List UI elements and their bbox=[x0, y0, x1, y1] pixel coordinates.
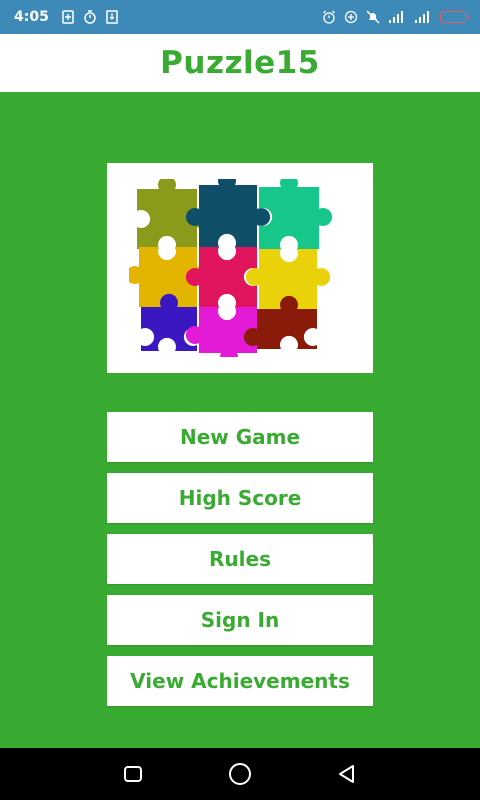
high-score-button[interactable]: High Score bbox=[107, 473, 373, 523]
recents-button[interactable] bbox=[113, 754, 153, 794]
status-time: 4:05 bbox=[14, 9, 49, 25]
view-achievements-button[interactable]: View Achievements bbox=[107, 656, 373, 706]
sign-in-button[interactable]: Sign In bbox=[107, 595, 373, 645]
puzzle-logo-image bbox=[107, 163, 373, 373]
battery-saver-icon bbox=[62, 10, 74, 24]
app-title: Puzzle15 bbox=[160, 45, 320, 81]
battery-icon bbox=[440, 11, 469, 23]
data-saver-icon bbox=[344, 10, 358, 24]
new-game-button[interactable]: New Game bbox=[107, 412, 373, 462]
back-icon bbox=[338, 765, 354, 783]
app-bar: Puzzle15 bbox=[0, 34, 480, 92]
download-icon bbox=[106, 10, 118, 24]
home-icon bbox=[228, 763, 251, 785]
alarm-icon bbox=[323, 10, 335, 24]
recents-icon bbox=[124, 766, 143, 782]
puzzle-pieces-icon bbox=[129, 179, 333, 357]
back-button[interactable] bbox=[327, 754, 367, 794]
signal-icon bbox=[389, 11, 403, 23]
rules-button[interactable]: Rules bbox=[107, 534, 373, 584]
signal-icon bbox=[415, 11, 429, 23]
main-content: New Game High Score Rules Sign In View A… bbox=[0, 92, 480, 748]
home-button[interactable] bbox=[220, 754, 260, 794]
mute-icon bbox=[366, 10, 380, 24]
timer-icon bbox=[84, 10, 96, 24]
status-bar: 4:05 bbox=[0, 0, 480, 34]
system-nav-bar bbox=[0, 748, 480, 800]
